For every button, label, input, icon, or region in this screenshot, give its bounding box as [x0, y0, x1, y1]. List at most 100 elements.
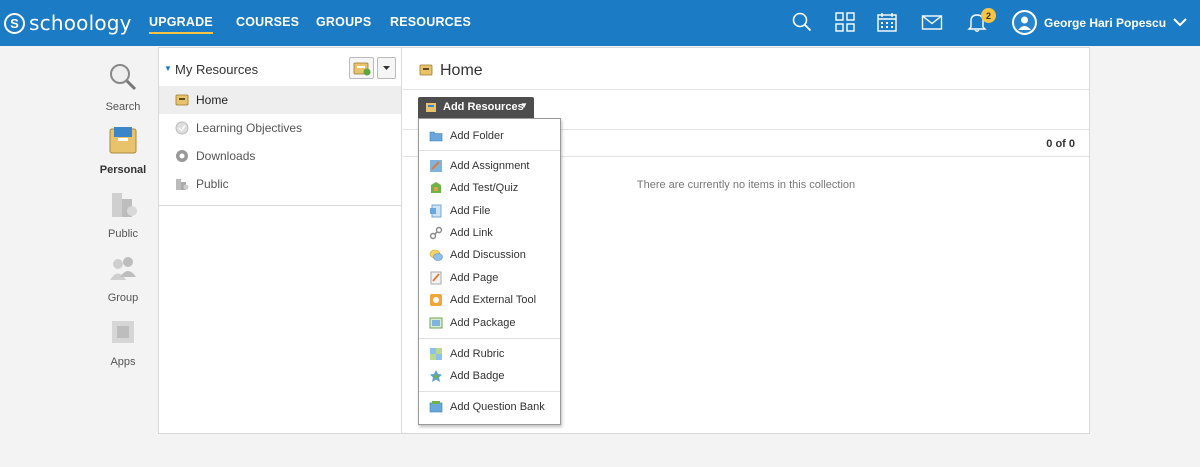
item-count: 0 of 0	[1046, 138, 1075, 150]
menu-add-question-bank[interactable]: Add Question Bank	[419, 396, 560, 418]
user-name[interactable]: George Hari Popescu	[1044, 16, 1166, 30]
menu-add-folder[interactable]: Add Folder	[419, 125, 560, 147]
chevron-down-icon[interactable]	[1172, 15, 1188, 29]
apps-icon	[112, 321, 134, 343]
personal-icon	[109, 127, 137, 154]
tree-title: My Resources	[175, 62, 259, 77]
collection-label: Public	[196, 177, 229, 191]
add-collection-button[interactable]	[349, 57, 374, 79]
menu-add-test-quiz[interactable]: Add Test/Quiz	[419, 177, 560, 199]
rail-personal-label: Personal	[99, 164, 147, 176]
notification-badge: 2	[981, 8, 996, 23]
menu-item-label: Add Badge	[450, 370, 505, 382]
menu-item-label: Add Test/Quiz	[450, 182, 519, 194]
resource-tree: ▼ My Resources Home Learning Objectives …	[159, 48, 402, 433]
add-collection-icon	[353, 62, 371, 76]
collapse-caret-icon[interactable]: ▼	[164, 64, 172, 73]
menu-add-assignment[interactable]: Add Assignment	[419, 155, 560, 177]
rail-apps-label: Apps	[110, 356, 136, 368]
menu-divider	[419, 150, 560, 151]
menu-add-link[interactable]: Add Link	[419, 222, 560, 244]
nav-upgrade[interactable]: UPGRADE	[149, 15, 213, 34]
rail-apps[interactable]: Apps	[96, 317, 150, 368]
rail-search-label: Search	[105, 101, 141, 113]
assignment-icon	[430, 160, 442, 172]
question-bank-icon	[429, 401, 443, 413]
external-tool-icon	[430, 294, 442, 306]
rail-public[interactable]: Public	[96, 189, 150, 240]
menu-item-label: Add File	[450, 205, 491, 217]
page-icon	[430, 271, 442, 285]
menu-add-external-tool[interactable]: Add External Tool	[419, 289, 560, 311]
menu-item-label: Add Assignment	[450, 160, 530, 172]
main-header: Home	[403, 48, 1089, 90]
menu-add-page[interactable]: Add Page	[419, 267, 560, 289]
nav-groups[interactable]: GROUPS	[316, 15, 371, 29]
caret-down-icon: ▼	[520, 101, 528, 110]
menu-divider	[419, 391, 560, 392]
folder-icon	[429, 131, 443, 142]
menu-item-label: Add Rubric	[450, 348, 505, 360]
add-resources-button[interactable]: Add Resources ▼	[418, 97, 534, 118]
downloads-icon	[176, 150, 188, 162]
menu-item-label: Add Question Bank	[450, 401, 545, 413]
menu-add-badge[interactable]: Add Badge	[419, 365, 560, 387]
search-icon	[110, 64, 137, 91]
rail-personal[interactable]: Personal	[96, 125, 150, 176]
logo-text: schoology	[29, 11, 132, 35]
menu-item-label: Add Page	[450, 272, 499, 284]
page-title: Home	[440, 62, 483, 79]
menu-add-file[interactable]: Add File	[419, 200, 560, 222]
file-icon	[430, 204, 442, 218]
rail-group-label: Group	[107, 292, 139, 304]
top-navigation-bar: S schoology UPGRADE COURSES GROUPS RESOU…	[0, 0, 1200, 46]
objectives-icon	[175, 121, 189, 135]
avatar[interactable]	[1012, 10, 1037, 35]
add-resources-icon	[426, 103, 436, 112]
caret-down-icon	[383, 66, 390, 70]
collection-list: Home Learning Objectives Downloads Publi…	[159, 86, 401, 206]
collection-learning-objectives[interactable]: Learning Objectives	[159, 114, 401, 142]
rail-public-label: Public	[108, 228, 138, 240]
search-icon[interactable]	[791, 11, 813, 33]
badge-icon	[430, 370, 442, 382]
menu-item-label: Add Folder	[450, 130, 504, 142]
tree-header: ▼ My Resources	[159, 48, 401, 86]
link-icon	[429, 226, 443, 240]
public-icon	[112, 193, 137, 217]
mail-icon[interactable]	[921, 11, 943, 33]
group-icon	[110, 257, 136, 280]
home-collection-icon	[419, 64, 433, 76]
package-icon	[429, 317, 443, 329]
rubric-icon	[430, 348, 442, 360]
discussion-icon	[429, 249, 443, 261]
home-collection-icon	[175, 94, 189, 106]
menu-item-label: Add Discussion	[450, 249, 526, 261]
rail-search[interactable]: Search	[96, 62, 150, 113]
user-silhouette-icon	[1018, 16, 1031, 30]
menu-add-package[interactable]: Add Package	[419, 312, 560, 334]
menu-divider	[419, 338, 560, 339]
quiz-icon	[431, 182, 441, 193]
collection-home[interactable]: Home	[159, 86, 401, 114]
apps-grid-icon[interactable]	[834, 11, 856, 33]
menu-add-discussion[interactable]: Add Discussion	[419, 244, 560, 266]
logo-mark-icon: S	[4, 12, 25, 34]
add-resources-label: Add Resources	[443, 101, 524, 113]
menu-item-label: Add Package	[450, 317, 516, 329]
schoology-logo[interactable]: S schoology	[4, 9, 132, 37]
nav-resources[interactable]: RESOURCES	[390, 15, 471, 29]
collection-label: Learning Objectives	[196, 121, 303, 135]
collection-downloads[interactable]: Downloads	[159, 142, 401, 170]
calendar-icon[interactable]	[876, 11, 898, 33]
menu-add-rubric[interactable]: Add Rubric	[419, 343, 560, 365]
menu-item-label: Add Link	[450, 227, 493, 239]
menu-item-label: Add External Tool	[450, 294, 537, 306]
tree-options-button[interactable]	[377, 57, 396, 79]
collection-label: Home	[196, 93, 229, 107]
collection-public[interactable]: Public	[159, 170, 401, 198]
resources-panel: ▼ My Resources Home Learning Objectives …	[158, 47, 1090, 434]
nav-courses[interactable]: COURSES	[236, 15, 299, 29]
rail-group[interactable]: Group	[96, 253, 150, 304]
add-resources-menu: Add Folder Add Assignment Add Test/Quiz …	[418, 118, 561, 425]
